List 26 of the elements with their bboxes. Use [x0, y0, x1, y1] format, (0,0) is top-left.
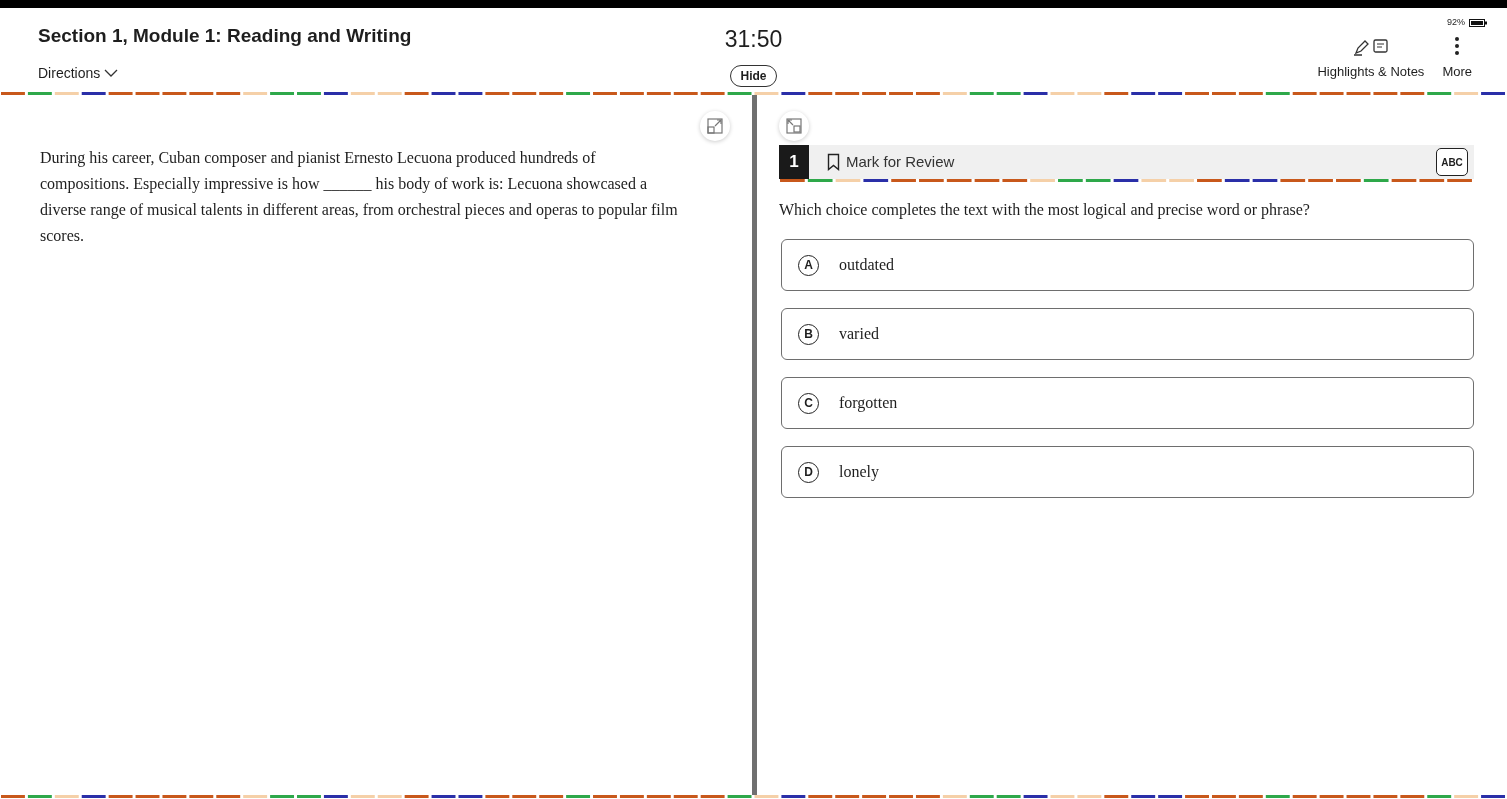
passage-text: During his career, Cuban composer and pianist Ernesto Lecuona produced hundreds of compositions. Especially impressive is how ______ his body of work is: Lecuona showcased a diverse range of musical talents in different areas, from orchestral pieces and operas to popular film scores. [39, 148, 679, 246]
expand-icon[interactable] [700, 111, 730, 141]
question-number: 1 [779, 145, 809, 179]
answer-choice[interactable]: D lonely [781, 446, 1474, 498]
choice-text: varied [839, 324, 879, 344]
answer-choice[interactable]: B varied [781, 308, 1474, 360]
section-title: Section 1, Module 1: Reading and Writing [38, 24, 413, 48]
more-vertical-icon [1454, 35, 1461, 56]
directions-toggle[interactable]: Directions [38, 62, 119, 84]
bookmark-icon [827, 153, 840, 171]
more-button[interactable]: More [1442, 35, 1472, 81]
question-prompt: Which choice completes the text with the most logical and precise word or phrase? [779, 200, 1311, 221]
highlighter-note-icon [1351, 37, 1390, 56]
mark-for-review-button[interactable]: Mark for Review [827, 150, 955, 174]
choice-text: outdated [839, 255, 895, 275]
choice-text: forgotten [839, 393, 898, 414]
battery-level: 92% [1447, 16, 1465, 29]
chevron-down-icon [104, 68, 119, 78]
answer-eliminator-button[interactable]: ABC [1436, 148, 1468, 176]
answer-choice[interactable]: A outdated [781, 239, 1474, 291]
highlights-notes-button[interactable]: Highlights & Notes [1317, 37, 1425, 81]
timer: 31:50 [724, 25, 783, 54]
choice-text: lonely [839, 462, 879, 483]
collapse-icon[interactable] [779, 111, 809, 141]
answer-choice[interactable]: C forgotten [781, 377, 1474, 429]
battery-icon [1469, 18, 1487, 27]
